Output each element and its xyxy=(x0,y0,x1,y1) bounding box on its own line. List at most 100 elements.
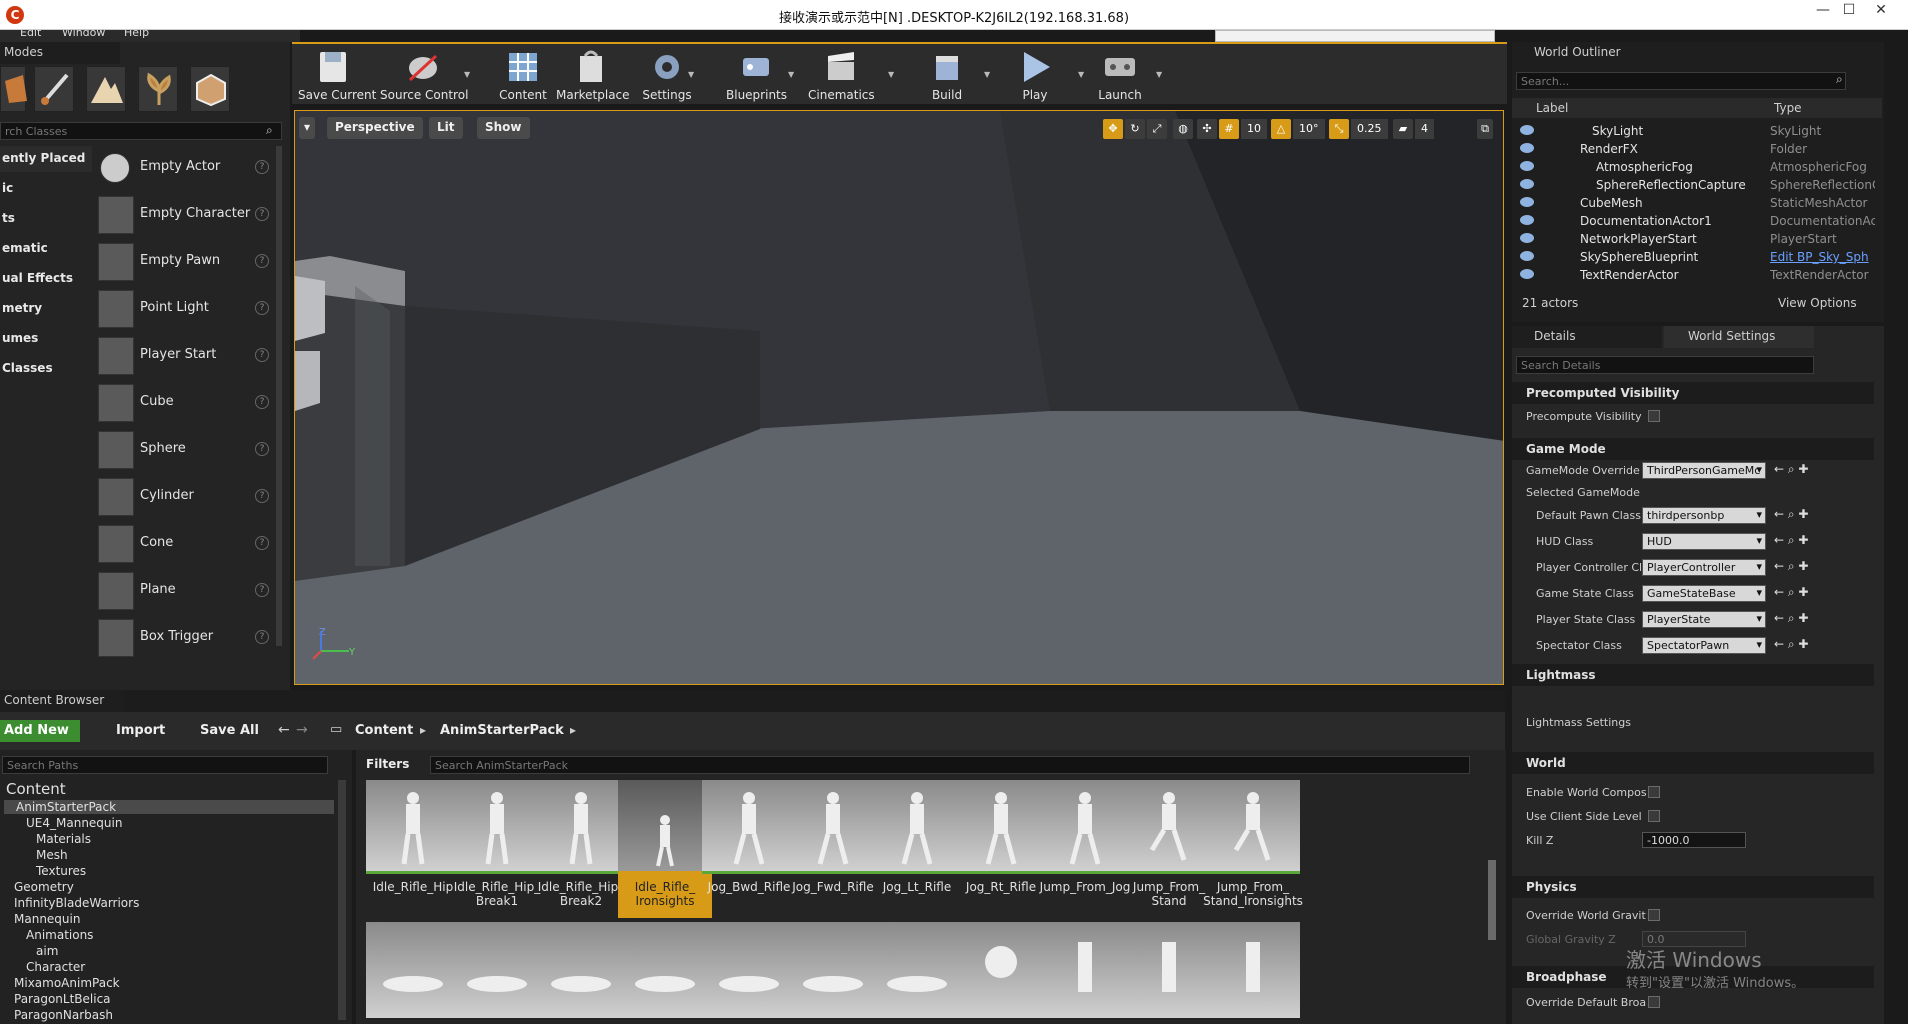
details-search-input[interactable]: Search Details xyxy=(1516,356,1814,374)
category-basic[interactable]: ic xyxy=(0,176,92,202)
forward-arrow-icon[interactable]: → xyxy=(296,722,308,738)
asset-tile[interactable] xyxy=(954,922,1048,1022)
lightmass-section[interactable]: Lightmass xyxy=(1512,664,1874,686)
asset-view-scrollbar[interactable] xyxy=(1488,860,1496,940)
grid-snap-icon[interactable]: # xyxy=(1219,119,1239,139)
maximize-button[interactable]: ☐ xyxy=(1834,2,1864,24)
type-column-header[interactable]: Type xyxy=(1774,101,1802,115)
visibility-eye-icon[interactable] xyxy=(1520,233,1534,243)
asset-tile[interactable] xyxy=(870,922,964,1022)
spectator-class-combo[interactable]: SpectatorPawn xyxy=(1642,637,1766,654)
tree-item[interactable]: AnimStarterPack xyxy=(4,800,334,814)
settings-button[interactable]: Settings xyxy=(642,48,692,104)
game-state-class-combo[interactable]: GameStateBase xyxy=(1642,585,1766,602)
use-client-side-level-checkbox[interactable] xyxy=(1648,810,1660,822)
asset-tile[interactable] xyxy=(366,922,460,1022)
visibility-eye-icon[interactable] xyxy=(1520,251,1534,261)
breadcrumb-content[interactable]: Content xyxy=(355,723,413,738)
close-button[interactable]: ✕ xyxy=(1866,2,1896,24)
level-viewport[interactable]: ▾ Perspective Lit Show ✥ ↻ ⤢ ◍ ✣ # 10 △ … xyxy=(294,110,1504,685)
menu-edit[interactable]: Edit xyxy=(20,30,41,39)
back-arrow-icon[interactable]: ← xyxy=(278,722,290,738)
scale-snap-icon[interactable]: ⤡ xyxy=(1329,119,1349,139)
place-cylinder[interactable]: Cylinder? xyxy=(96,475,271,519)
menu-window[interactable]: Window xyxy=(62,30,105,39)
save-all-button[interactable]: Save All xyxy=(182,723,259,738)
search-classes-input[interactable]: rch Classes xyxy=(0,122,282,140)
camera-speed-icon[interactable]: ▰ xyxy=(1393,119,1413,139)
game-state-controls[interactable]: ← ⌕ ✚ xyxy=(1774,585,1808,600)
player-controller-controls[interactable]: ← ⌕ ✚ xyxy=(1774,559,1808,574)
pawn-class-controls[interactable]: ← ⌕ ✚ xyxy=(1774,507,1808,522)
search-assets-input[interactable]: Search AnimStarterPack xyxy=(430,756,1470,774)
help-icon[interactable]: ? xyxy=(255,489,269,503)
gamemode-controls[interactable]: ← ⌕ ✚ xyxy=(1774,462,1808,477)
player-state-controls[interactable]: ← ⌕ ✚ xyxy=(1774,611,1808,626)
perspective-button[interactable]: Perspective xyxy=(327,117,423,139)
help-icon[interactable]: ? xyxy=(255,301,269,315)
place-cube[interactable]: Cube? xyxy=(96,381,271,425)
content-button[interactable]: Content xyxy=(498,48,548,104)
asset-tile[interactable] xyxy=(786,922,880,1022)
launch-dropdown-icon[interactable]: ▼ xyxy=(1156,70,1162,79)
build-dropdown-icon[interactable]: ▼ xyxy=(984,70,990,79)
tree-item[interactable]: Animations xyxy=(26,928,93,942)
modes-scrollbar[interactable] xyxy=(276,146,282,646)
menu-help[interactable]: Help xyxy=(124,30,149,39)
category-geometry[interactable]: metry xyxy=(0,296,92,322)
asset-tile[interactable]: Jog_Bwd_Rifle xyxy=(702,780,796,918)
visibility-eye-icon[interactable] xyxy=(1520,125,1534,135)
blueprints-button[interactable]: Blueprints xyxy=(726,48,787,104)
outliner-row[interactable]: SphereReflectionCapture SphereReflectionC xyxy=(1512,176,1882,194)
world-outliner-tab[interactable]: World Outliner xyxy=(1512,42,1662,64)
asset-tile[interactable]: Jog_Lt_Rifle xyxy=(870,780,964,918)
visibility-eye-icon[interactable] xyxy=(1520,161,1534,171)
asset-tile[interactable] xyxy=(1122,922,1216,1022)
show-button[interactable]: Show xyxy=(477,117,530,139)
hud-class-controls[interactable]: ← ⌕ ✚ xyxy=(1774,533,1808,548)
tree-item[interactable]: Mesh xyxy=(36,848,68,862)
scale-icon[interactable]: ⤢ xyxy=(1147,119,1167,139)
lightmass-settings-label[interactable]: Lightmass Settings xyxy=(1526,716,1646,729)
outliner-row[interactable]: NetworkPlayerStart PlayerStart xyxy=(1512,230,1882,248)
breadcrumb-animstarterpack[interactable]: AnimStarterPack xyxy=(440,723,564,738)
asset-tile[interactable]: Jog_Fwd_Rifle xyxy=(786,780,880,918)
label-column-header[interactable]: Label xyxy=(1536,101,1568,115)
outliner-row[interactable]: SkyLight SkyLight xyxy=(1512,122,1882,140)
category-all-classes[interactable]: Classes xyxy=(0,356,92,382)
place-empty-pawn[interactable]: Empty Pawn? xyxy=(96,240,271,284)
world-section[interactable]: World xyxy=(1512,752,1874,774)
lit-button[interactable]: Lit xyxy=(429,117,463,139)
category-cinematic[interactable]: ematic xyxy=(0,236,92,262)
launch-button[interactable]: Launch xyxy=(1096,48,1144,104)
tree-item[interactable]: UE4_Mannequin xyxy=(26,816,122,830)
import-button[interactable]: Import xyxy=(98,723,165,738)
asset-tile[interactable] xyxy=(450,922,544,1022)
player-controller-class-combo[interactable]: PlayerController xyxy=(1642,559,1766,576)
asset-tile[interactable] xyxy=(702,922,796,1022)
default-pawn-class-combo[interactable]: thirdpersonbp xyxy=(1642,507,1766,524)
visibility-eye-icon[interactable] xyxy=(1520,143,1534,153)
tree-item[interactable]: Textures xyxy=(36,864,86,878)
outliner-row[interactable]: AtmosphericFog AtmosphericFog xyxy=(1512,158,1882,176)
rotation-snap-value[interactable]: 10° xyxy=(1293,119,1325,139)
help-icon[interactable]: ? xyxy=(255,254,269,268)
enable-world-composition-checkbox[interactable] xyxy=(1648,786,1660,798)
save-current-button[interactable]: Save Current xyxy=(298,48,376,104)
filters-button[interactable]: Filters xyxy=(364,756,424,774)
outliner-row[interactable]: CubeMesh StaticMeshActor xyxy=(1512,194,1882,212)
visibility-eye-icon[interactable] xyxy=(1520,197,1534,207)
visibility-eye-icon[interactable] xyxy=(1520,179,1534,189)
details-tab[interactable]: Details xyxy=(1512,326,1662,348)
viewport-options-button[interactable]: ▾ xyxy=(299,117,316,139)
geometry-mode-icon[interactable] xyxy=(190,66,230,112)
help-icon[interactable]: ? xyxy=(255,583,269,597)
surface-snap-icon[interactable]: ✣ xyxy=(1197,119,1217,139)
world-settings-tab[interactable]: World Settings xyxy=(1664,326,1814,348)
tree-item[interactable]: Materials xyxy=(36,832,91,846)
physics-section[interactable]: Physics xyxy=(1512,876,1874,898)
place-player-start[interactable]: Player Start? xyxy=(96,334,271,378)
search-paths-input[interactable]: Search Paths xyxy=(2,756,328,774)
cinematics-button[interactable]: Cinematics xyxy=(808,48,875,104)
visibility-eye-icon[interactable] xyxy=(1520,269,1534,279)
